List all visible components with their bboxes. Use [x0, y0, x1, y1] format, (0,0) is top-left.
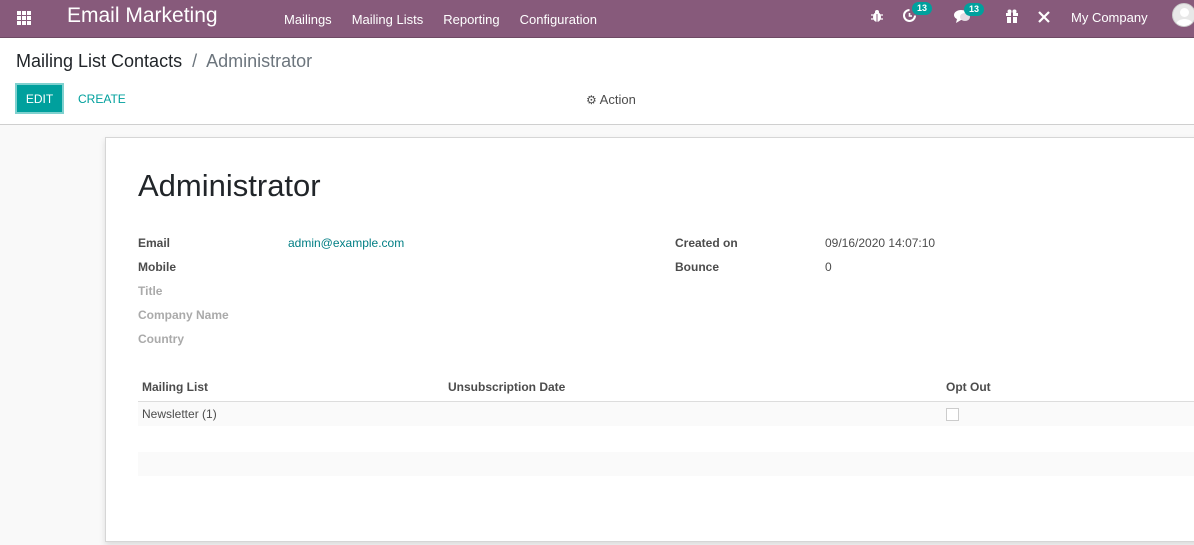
menu-mailings[interactable]: Mailings — [284, 12, 332, 27]
messages-count-badge: 13 — [964, 3, 985, 16]
activity-clock-icon[interactable]: 13 — [902, 2, 933, 26]
breadcrumb-parent-link[interactable]: Mailing List Contacts — [16, 51, 182, 71]
menu-reporting[interactable]: Reporting — [443, 12, 499, 27]
bounce-value: 0 — [825, 260, 832, 274]
breadcrumb-current: Administrator — [206, 51, 313, 71]
gift-icon[interactable] — [1005, 9, 1019, 26]
main-menu: Mailings Mailing Lists Reporting Configu… — [284, 0, 617, 38]
company-switcher[interactable]: My Company — [1071, 10, 1148, 25]
gear-icon: ⚙ — [586, 93, 597, 107]
app-title: Email Marketing — [67, 4, 218, 27]
mobile-label: Mobile — [138, 260, 176, 274]
opt-out-checkbox[interactable] — [946, 408, 959, 421]
activity-count-badge: 13 — [912, 2, 933, 15]
bounce-label: Bounce — [675, 260, 720, 274]
table-empty-row — [138, 452, 1194, 476]
column-mailing-list[interactable]: Mailing List — [142, 380, 208, 394]
subscriptions-table-header: Mailing List Unsubscription Date Opt Out — [138, 378, 1194, 402]
company-name-label: Company Name — [138, 308, 229, 322]
apps-menu-icon[interactable] — [17, 11, 33, 25]
form-sheet: Administrator Email admin@example.com Mo… — [105, 137, 1194, 542]
mailing-list-cell: Newsletter (1) — [142, 407, 217, 421]
action-dropdown[interactable]: ⚙ Action — [586, 92, 636, 107]
breadcrumb: Mailing List Contacts / Administrator — [16, 51, 312, 72]
column-unsubscription-date[interactable]: Unsubscription Date — [448, 380, 565, 394]
tools-close-icon[interactable] — [1037, 10, 1051, 27]
menu-mailing-lists[interactable]: Mailing Lists — [352, 12, 424, 27]
control-panel: Mailing List Contacts / Administrator ED… — [0, 38, 1194, 125]
menu-configuration[interactable]: Configuration — [520, 12, 597, 27]
create-button[interactable]: CREATE — [78, 92, 126, 106]
country-label: Country — [138, 332, 184, 346]
messages-icon[interactable]: 13 — [954, 3, 985, 26]
breadcrumb-separator: / — [192, 51, 198, 71]
record-title: Administrator — [138, 168, 321, 203]
debug-bug-icon[interactable] — [870, 9, 884, 26]
email-value[interactable]: admin@example.com — [288, 236, 404, 250]
email-label: Email — [138, 236, 171, 250]
column-opt-out[interactable]: Opt Out — [946, 380, 991, 394]
edit-button[interactable]: EDIT — [15, 83, 64, 114]
user-avatar[interactable] — [1172, 3, 1194, 27]
table-row[interactable]: Newsletter (1) — [138, 402, 1194, 426]
created-on-label: Created on — [675, 236, 738, 250]
action-label: Action — [599, 92, 636, 107]
top-navbar: Email Marketing Mailings Mailing Lists R… — [0, 0, 1194, 38]
created-on-value: 09/16/2020 14:07:10 — [825, 236, 936, 250]
title-label: Title — [138, 284, 163, 298]
